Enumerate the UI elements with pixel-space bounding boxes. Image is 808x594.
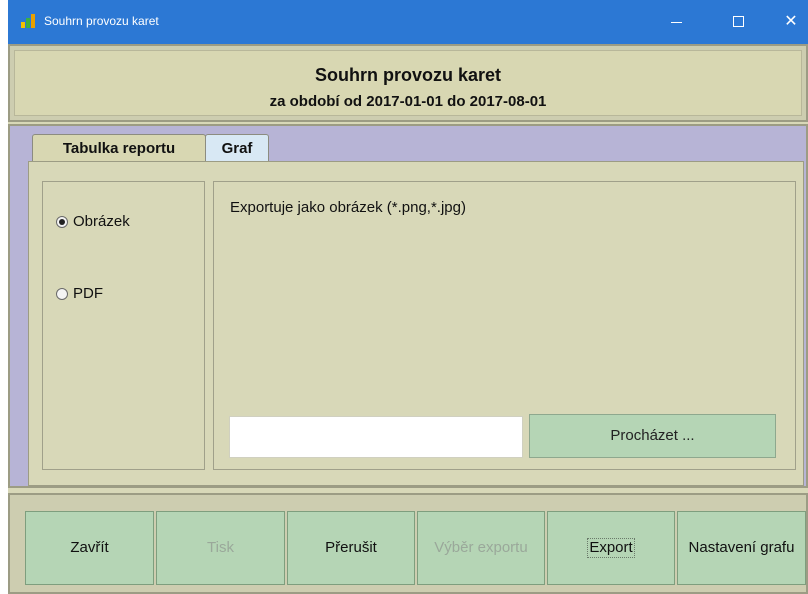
maximize-button[interactable] bbox=[716, 0, 762, 44]
app-bar-chart-icon bbox=[20, 13, 36, 29]
minimize-button[interactable] bbox=[654, 0, 700, 44]
radio-pdf-label: PDF bbox=[73, 285, 103, 302]
export-button-label: Export bbox=[587, 538, 635, 558]
radio-selected-icon bbox=[56, 216, 68, 228]
report-header: Souhrn provozu karet za období od 2017-0… bbox=[8, 44, 808, 122]
export-choice-button[interactable]: Výběr exportu bbox=[417, 511, 545, 585]
radio-image-label: Obrázek bbox=[73, 213, 130, 230]
close-window-button[interactable]: ✕ bbox=[768, 0, 808, 44]
interrupt-button[interactable]: Přerušit bbox=[287, 511, 415, 585]
window-title: Souhrn provozu karet bbox=[44, 14, 159, 28]
tab-chart[interactable]: Graf bbox=[205, 134, 269, 162]
chart-settings-button[interactable]: Nastavení grafu bbox=[677, 511, 806, 585]
maximize-icon bbox=[733, 16, 744, 27]
export-description: Exportuje jako obrázek (*.png,*.jpg) bbox=[230, 199, 466, 216]
title-bar[interactable]: Souhrn provozu karet ✕ bbox=[8, 0, 808, 44]
minimize-icon bbox=[671, 22, 682, 23]
export-button[interactable]: Export bbox=[547, 511, 675, 585]
report-window: Souhrn provozu karet ✕ Souhrn provozu ka… bbox=[8, 0, 808, 594]
report-header-inner: Souhrn provozu karet za období od 2017-0… bbox=[14, 50, 802, 116]
report-period: za období od 2017-01-01 do 2017-08-01 bbox=[269, 93, 547, 110]
tab-report-table[interactable]: Tabulka reportu bbox=[32, 134, 206, 162]
radio-unselected-icon bbox=[56, 288, 68, 300]
browse-button[interactable]: Procházet ... bbox=[529, 414, 776, 458]
report-title: Souhrn provozu karet bbox=[314, 65, 502, 85]
close-button[interactable]: Zavřít bbox=[25, 511, 154, 585]
export-path-input[interactable] bbox=[229, 416, 523, 458]
print-button[interactable]: Tisk bbox=[156, 511, 285, 585]
